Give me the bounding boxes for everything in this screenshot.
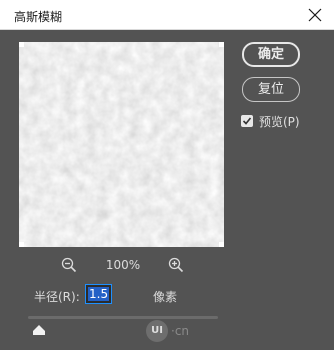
- checkmark-icon: [242, 117, 252, 125]
- zoom-in-icon: [168, 257, 184, 273]
- watermark-text: ·cn: [171, 324, 190, 338]
- ok-button[interactable]: 确定: [242, 42, 300, 67]
- zoom-in-button[interactable]: [168, 257, 184, 277]
- zoom-out-button[interactable]: [61, 257, 77, 277]
- checkbox-box[interactable]: [241, 115, 253, 127]
- watermark-logo: UI: [146, 320, 168, 342]
- close-icon: [308, 8, 322, 22]
- zoom-level: 100%: [105, 258, 141, 272]
- radius-unit: 像素: [153, 290, 178, 304]
- radius-value: 1.5: [88, 287, 110, 301]
- radius-label: 半径(R):: [34, 290, 80, 304]
- watermark: UI ·cn: [146, 320, 190, 346]
- preview-noise-image: [19, 42, 224, 247]
- zoom-out-icon: [61, 257, 77, 273]
- close-button[interactable]: [300, 0, 330, 30]
- title-bar: 高斯模糊: [0, 0, 334, 30]
- slider-thumb-icon: [33, 325, 45, 335]
- reset-button[interactable]: 复位: [242, 77, 300, 102]
- radius-slider-track[interactable]: [28, 316, 218, 319]
- preview-checkbox[interactable]: 预览(P): [241, 113, 300, 129]
- radius-input[interactable]: 1.5: [85, 284, 112, 304]
- radius-slider-handle[interactable]: [33, 320, 45, 339]
- blur-preview[interactable]: [19, 42, 224, 247]
- preview-label: 预览(P): [259, 114, 300, 129]
- dialog-title: 高斯模糊: [14, 10, 63, 24]
